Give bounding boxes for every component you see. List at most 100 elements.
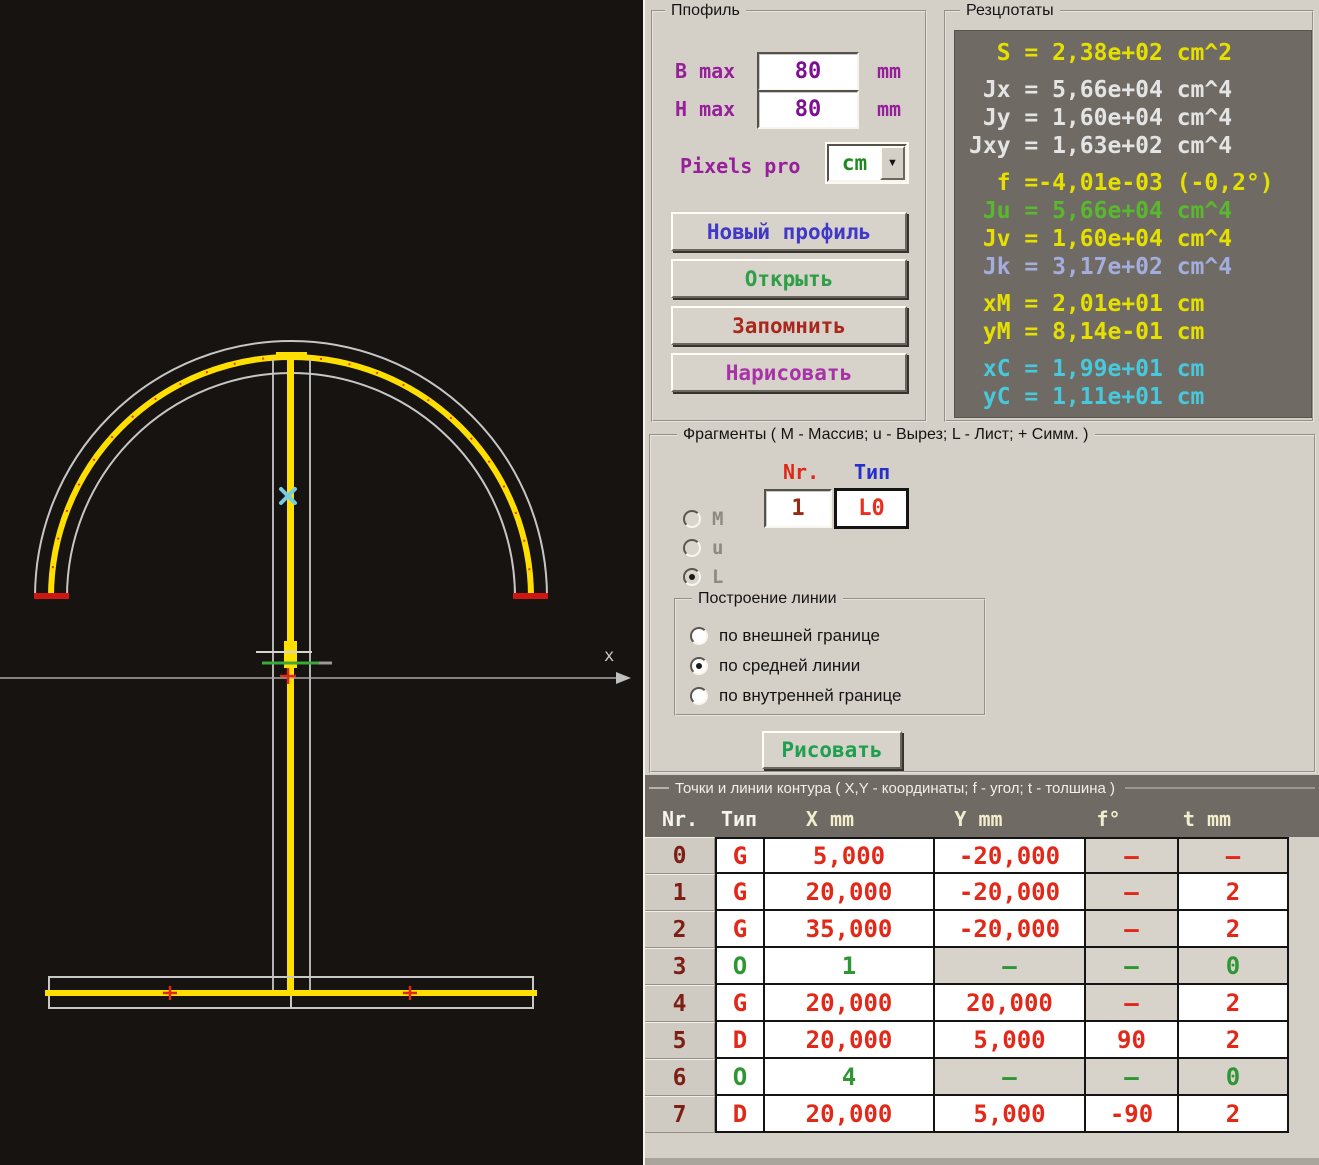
result-line: Ju = 5,66e+04 cm^4 xyxy=(969,197,1311,225)
result-line: S = 2,38e+02 cm^2 xyxy=(969,39,1311,67)
column-header: X mm xyxy=(745,807,915,831)
fragments-group-title: Фрагменты ( М - Массив; u - Вырез; L - Л… xyxy=(677,425,1095,445)
table-cell[interactable]: G xyxy=(715,911,763,948)
row-number[interactable]: 3 xyxy=(645,948,715,985)
result-line: Jy = 1,60e+04 cm^4 xyxy=(969,104,1311,132)
profile-group-title: Ппофиль xyxy=(665,1,746,21)
table-cell[interactable]: 0 xyxy=(1177,948,1289,985)
table-cell[interactable]: 5,000 xyxy=(763,837,933,874)
row-number[interactable]: 6 xyxy=(645,1059,715,1096)
table-cell[interactable]: D xyxy=(715,1022,763,1059)
column-header: Y mm xyxy=(903,807,1054,831)
radio-icon xyxy=(683,539,701,557)
draw-button[interactable]: Рисовать xyxy=(762,731,902,769)
table-cell[interactable]: 2 xyxy=(1177,1096,1289,1133)
bottom-strip xyxy=(645,1158,1319,1165)
pixels-pro-label: Pixels pro xyxy=(680,154,800,178)
h-max-input[interactable]: 80 xyxy=(757,90,859,129)
line-construction-title: Построение линии xyxy=(692,589,843,609)
arch-right-end-mark xyxy=(513,593,548,599)
dropdown-button[interactable]: ▼ xyxy=(880,146,905,180)
b-max-label: B max xyxy=(675,59,735,83)
table-cell[interactable]: – xyxy=(1084,1059,1177,1096)
drawing-canvas[interactable]: x xyxy=(0,0,643,1165)
table-cell[interactable]: 20,000 xyxy=(933,985,1084,1022)
open-button[interactable]: Открыть xyxy=(671,259,907,298)
fragment-radio-L[interactable]: L xyxy=(683,566,723,588)
table-row: 3O1––0 xyxy=(645,948,1319,985)
row-number[interactable]: 4 xyxy=(645,985,715,1022)
radio-icon xyxy=(690,657,708,675)
table-cell[interactable]: – xyxy=(933,1059,1084,1096)
fragment-radio-u[interactable]: u xyxy=(683,537,723,559)
table-cell[interactable]: – xyxy=(933,948,1084,985)
h-max-label: H max xyxy=(675,97,735,121)
table-row: 1G20,000-20,000–2 xyxy=(645,874,1319,911)
contour-table-body: 0G5,000-20,000––1G20,000-20,000–22G35,00… xyxy=(645,837,1319,1133)
table-cell[interactable]: 2 xyxy=(1177,911,1289,948)
table-cell[interactable]: -20,000 xyxy=(933,837,1084,874)
table-cell[interactable]: G xyxy=(715,837,763,874)
radio-label: L xyxy=(712,566,723,588)
result-line: Jk = 3,17e+02 cm^4 xyxy=(969,253,1311,281)
table-cell[interactable]: 2 xyxy=(1177,874,1289,911)
table-cell[interactable]: 20,000 xyxy=(763,1022,933,1059)
b-max-input[interactable]: 80 xyxy=(757,52,859,91)
column-header: t mm xyxy=(1151,807,1263,831)
table-cell[interactable]: -90 xyxy=(1084,1096,1177,1133)
row-number[interactable]: 7 xyxy=(645,1096,715,1133)
fragment-radio-M[interactable]: M xyxy=(683,508,723,530)
fragment-type-input[interactable]: L0 xyxy=(834,488,909,529)
table-cell[interactable]: 20,000 xyxy=(763,1096,933,1133)
row-number[interactable]: 0 xyxy=(645,837,715,874)
column-header: Nr. xyxy=(645,807,715,831)
table-cell[interactable]: -20,000 xyxy=(933,874,1084,911)
table-cell[interactable]: 5,000 xyxy=(933,1022,1084,1059)
table-cell[interactable]: 5,000 xyxy=(933,1096,1084,1133)
table-cell[interactable]: – xyxy=(1084,985,1177,1022)
row-number[interactable]: 2 xyxy=(645,911,715,948)
table-cell[interactable]: 20,000 xyxy=(763,985,933,1022)
table-cell[interactable]: 2 xyxy=(1177,985,1289,1022)
row-number[interactable]: 5 xyxy=(645,1022,715,1059)
table-cell[interactable]: D xyxy=(715,1096,763,1133)
radio-icon xyxy=(683,510,701,528)
table-cell[interactable]: – xyxy=(1084,948,1177,985)
line-option-radio[interactable]: по средней линии xyxy=(690,656,860,676)
table-cell[interactable]: – xyxy=(1084,837,1177,874)
table-cell[interactable]: 90 xyxy=(1084,1022,1177,1059)
row-number[interactable]: 1 xyxy=(645,874,715,911)
h-max-unit: mm xyxy=(877,97,901,121)
save-button[interactable]: Запомнить xyxy=(671,306,907,345)
table-cell[interactable]: G xyxy=(715,985,763,1022)
profile-editor-window: x Ппофиль B max 80 mm H max 80 mm Pixels… xyxy=(0,0,1319,1165)
table-cell[interactable]: 2 xyxy=(1177,1022,1289,1059)
table-cell[interactable]: 1 xyxy=(763,948,933,985)
new-profile-button[interactable]: Новый профиль xyxy=(671,212,907,251)
table-cell[interactable]: 20,000 xyxy=(763,874,933,911)
table-cell[interactable]: G xyxy=(715,874,763,911)
table-cell[interactable]: O xyxy=(715,948,763,985)
pixels-pro-dropdown[interactable]: cm ▼ xyxy=(827,144,907,182)
profile-groupbox: Ппофиль B max 80 mm H max 80 mm Pixels p… xyxy=(651,10,927,422)
table-cell[interactable]: – xyxy=(1177,837,1289,874)
table-cell[interactable]: 35,000 xyxy=(763,911,933,948)
results-groupbox: Резцлотаты S = 2,38e+02 cm^2 Jx = 5,66e+… xyxy=(944,10,1314,422)
table-cell[interactable]: 4 xyxy=(763,1059,933,1096)
draw-button[interactable]: Нарисовать xyxy=(671,353,907,392)
line-option-radio[interactable]: по внутренней границе xyxy=(690,686,901,706)
fragment-nr-input[interactable]: 1 xyxy=(764,489,832,528)
table-row: 6O4––0 xyxy=(645,1059,1319,1096)
fragments-groupbox: Фрагменты ( М - Массив; u - Вырез; L - Л… xyxy=(649,434,1316,773)
table-cell[interactable]: – xyxy=(1084,911,1177,948)
table-cell[interactable]: – xyxy=(1084,874,1177,911)
table-cell[interactable]: 0 xyxy=(1177,1059,1289,1096)
arch-left-end-mark xyxy=(34,593,69,599)
x-axis-label: x xyxy=(604,646,614,666)
table-cell[interactable]: O xyxy=(715,1059,763,1096)
table-cell[interactable]: -20,000 xyxy=(933,911,1084,948)
fragment-nr-header: Nr. xyxy=(783,460,819,484)
line-option-radio[interactable]: по внешней границе xyxy=(690,626,880,646)
result-line: Jxy = 1,63e+02 cm^4 xyxy=(969,132,1311,160)
results-readout: S = 2,38e+02 cm^2 Jx = 5,66e+04 cm^4 Jy … xyxy=(954,30,1312,418)
